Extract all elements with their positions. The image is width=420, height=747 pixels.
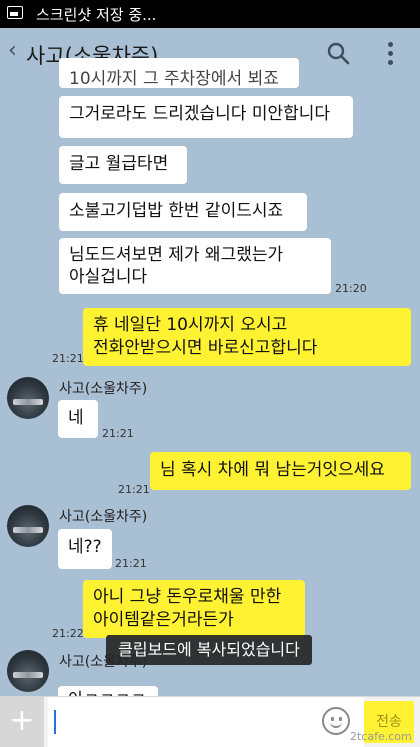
message-time: 21:22	[52, 627, 84, 640]
message-bubble: 소불고기덥밥 한번 같이드시죠	[59, 193, 307, 231]
contact-avatar[interactable]	[7, 377, 49, 419]
my-message-bubble: 휴 네일단 10시까지 오시고 전화안받으시면 바로신고합니다	[83, 308, 411, 366]
sender-name: 사고(소울차주)	[59, 381, 148, 397]
message-bubble: 님도드셔보면 제가 왜그랬는가 아실겁니다	[59, 238, 331, 294]
contact-avatar[interactable]	[7, 505, 49, 547]
more-menu-icon[interactable]	[388, 42, 394, 66]
message-input[interactable]	[48, 697, 364, 747]
my-message-bubble: 님 혹시 차에 뭐 남는거잇으세요	[150, 452, 411, 490]
message-time: 21:21	[52, 352, 84, 365]
message-bubble: 네??	[58, 529, 112, 569]
contact-avatar[interactable]	[7, 650, 49, 692]
message-text: 10시까지 그 주차장에서 뵈죠	[69, 69, 279, 88]
message-bubble: 그거로라도 드리겠습니다 미안합니다	[59, 96, 353, 138]
emoticon-icon[interactable]	[322, 707, 350, 735]
screenshot-icon	[7, 6, 23, 19]
search-icon[interactable]	[326, 41, 350, 65]
clipboard-toast: 클립보드에 복사되었습니다	[106, 635, 312, 665]
watermark: 2tcafe.com	[350, 730, 412, 743]
sender-name: 사고(소울차주)	[59, 509, 148, 525]
message-time: 21:21	[115, 557, 147, 570]
message-time: 21:20	[335, 282, 367, 295]
message-bubble: 네	[58, 400, 98, 438]
message-time: 21:21	[102, 427, 134, 440]
status-bar: 스크린샷 저장 중...	[0, 0, 420, 28]
message-bubble: 글고 월급타면	[59, 146, 187, 184]
message-bubble-partial: 10시까지 그 주차장에서 뵈죠	[59, 58, 299, 88]
plus-icon[interactable]: +	[0, 697, 44, 747]
text-cursor	[54, 710, 56, 734]
back-arrow-icon[interactable]: ‹	[8, 38, 17, 63]
status-text: 스크린샷 저장 중...	[36, 6, 157, 24]
message-time: 21:21	[118, 483, 150, 496]
my-message-bubble: 아니 그냥 돈우로채울 만한 아이템같은거라든가	[83, 580, 305, 638]
